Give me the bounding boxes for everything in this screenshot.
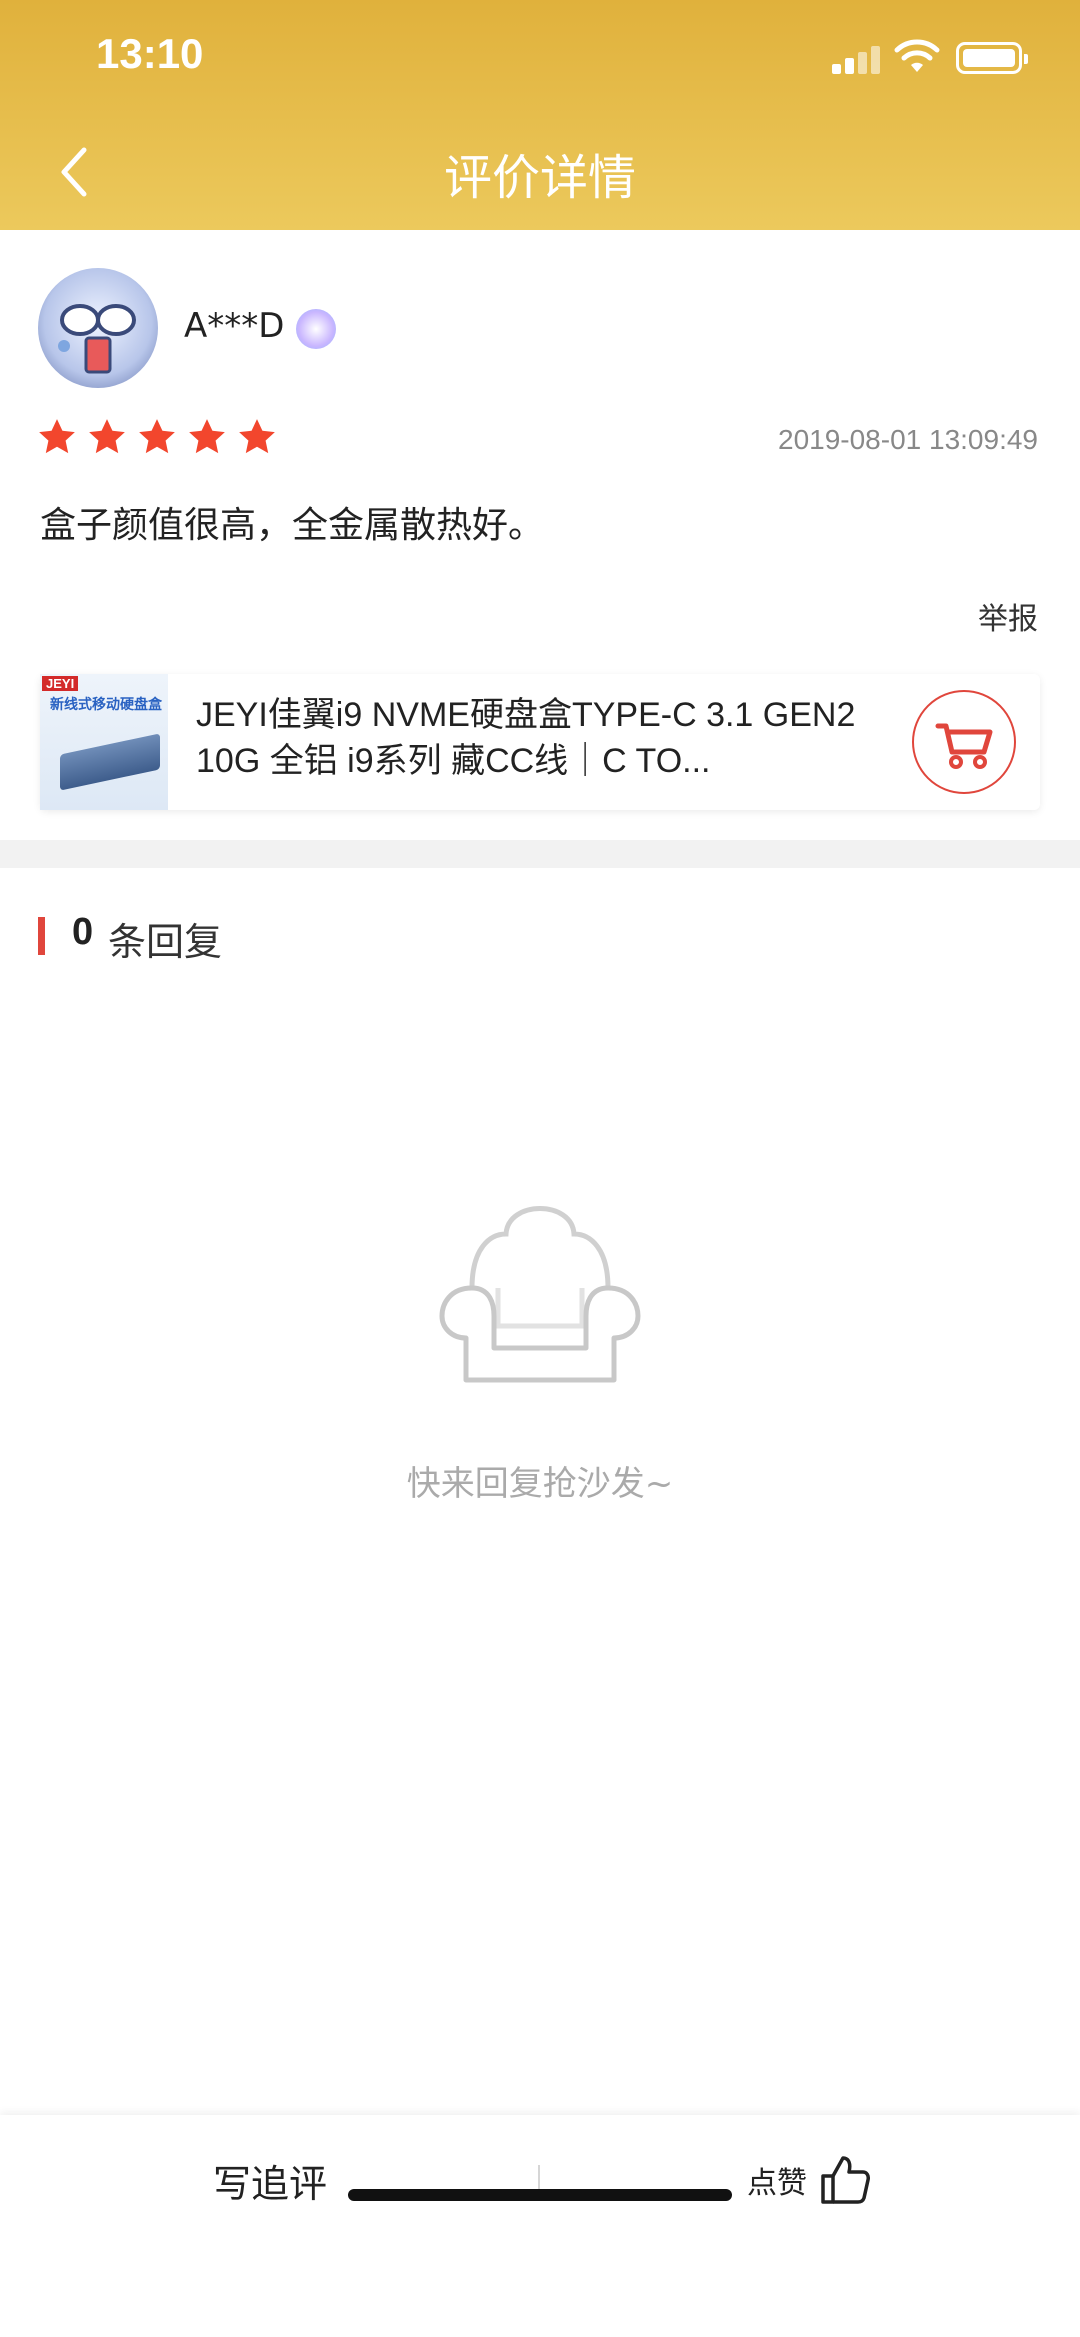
status-time: 13:10	[96, 30, 204, 77]
cellular-signal-icon	[832, 44, 884, 74]
star-icon	[239, 419, 275, 454]
replies-header: 0 条回复	[0, 905, 1080, 965]
star-icon	[189, 419, 225, 454]
review-card: A***D 2019-08-01 13:09:49 盒子颜值很高，全金属散热好。…	[0, 230, 1080, 840]
app-header: 13:10 评价详情	[0, 0, 1080, 230]
avatar-image	[58, 304, 136, 374]
rating-stars	[36, 416, 278, 460]
replies-count: 0	[72, 911, 94, 953]
hard-drive-enclosure-graphic	[60, 733, 160, 791]
like-label: 点赞	[747, 2166, 807, 2201]
report-button[interactable]: 举报	[978, 594, 1038, 638]
product-image-brand: JEYI	[42, 676, 79, 691]
add-to-cart-button[interactable]	[912, 690, 1016, 794]
product-card[interactable]: JEYI 新线式移动硬盘盒 JEYI佳翼i9 NVME硬盘盒TYPE-C 3.1…	[40, 674, 1040, 810]
home-indicator[interactable]	[348, 2189, 732, 2201]
member-badge-icon	[296, 309, 336, 349]
section-divider	[0, 840, 1080, 868]
like-button[interactable]: 点赞	[540, 2115, 1080, 2245]
star-icon	[89, 419, 125, 454]
star-icon	[139, 419, 175, 454]
status-bar: 13:10	[0, 0, 1080, 120]
star-icon	[39, 419, 75, 454]
replies-label: 条回复	[108, 920, 223, 964]
product-title: JEYI佳翼i9 NVME硬盘盒TYPE-C 3.1 GEN2 10G 全铝 i…	[196, 696, 856, 780]
battery-icon	[956, 42, 1028, 74]
review-date: 2019-08-01 13:09:49	[778, 424, 1038, 455]
bottom-action-bar: 写追评 点赞	[0, 2115, 1080, 2337]
write-follow-up-button[interactable]: 写追评	[0, 2115, 540, 2245]
cart-icon	[935, 723, 993, 769]
empty-state-text: 快来回复抢沙发~	[406, 1464, 674, 1504]
review-content: 盒子颜值很高，全金属散热好。	[40, 505, 545, 546]
wifi-icon	[894, 39, 940, 72]
avatar[interactable]	[38, 268, 158, 388]
write-follow-up-label: 写追评	[212, 2161, 327, 2206]
product-image-tagline: 新线式移动硬盘盒	[50, 697, 162, 713]
product-image: JEYI 新线式移动硬盘盒	[40, 674, 168, 810]
username: A***D	[184, 306, 285, 346]
replies-accent-bar	[38, 917, 45, 955]
sofa-icon	[439, 1206, 641, 1383]
thumbs-up-icon	[821, 2156, 870, 2204]
page-title: 评价详情	[443, 150, 636, 206]
